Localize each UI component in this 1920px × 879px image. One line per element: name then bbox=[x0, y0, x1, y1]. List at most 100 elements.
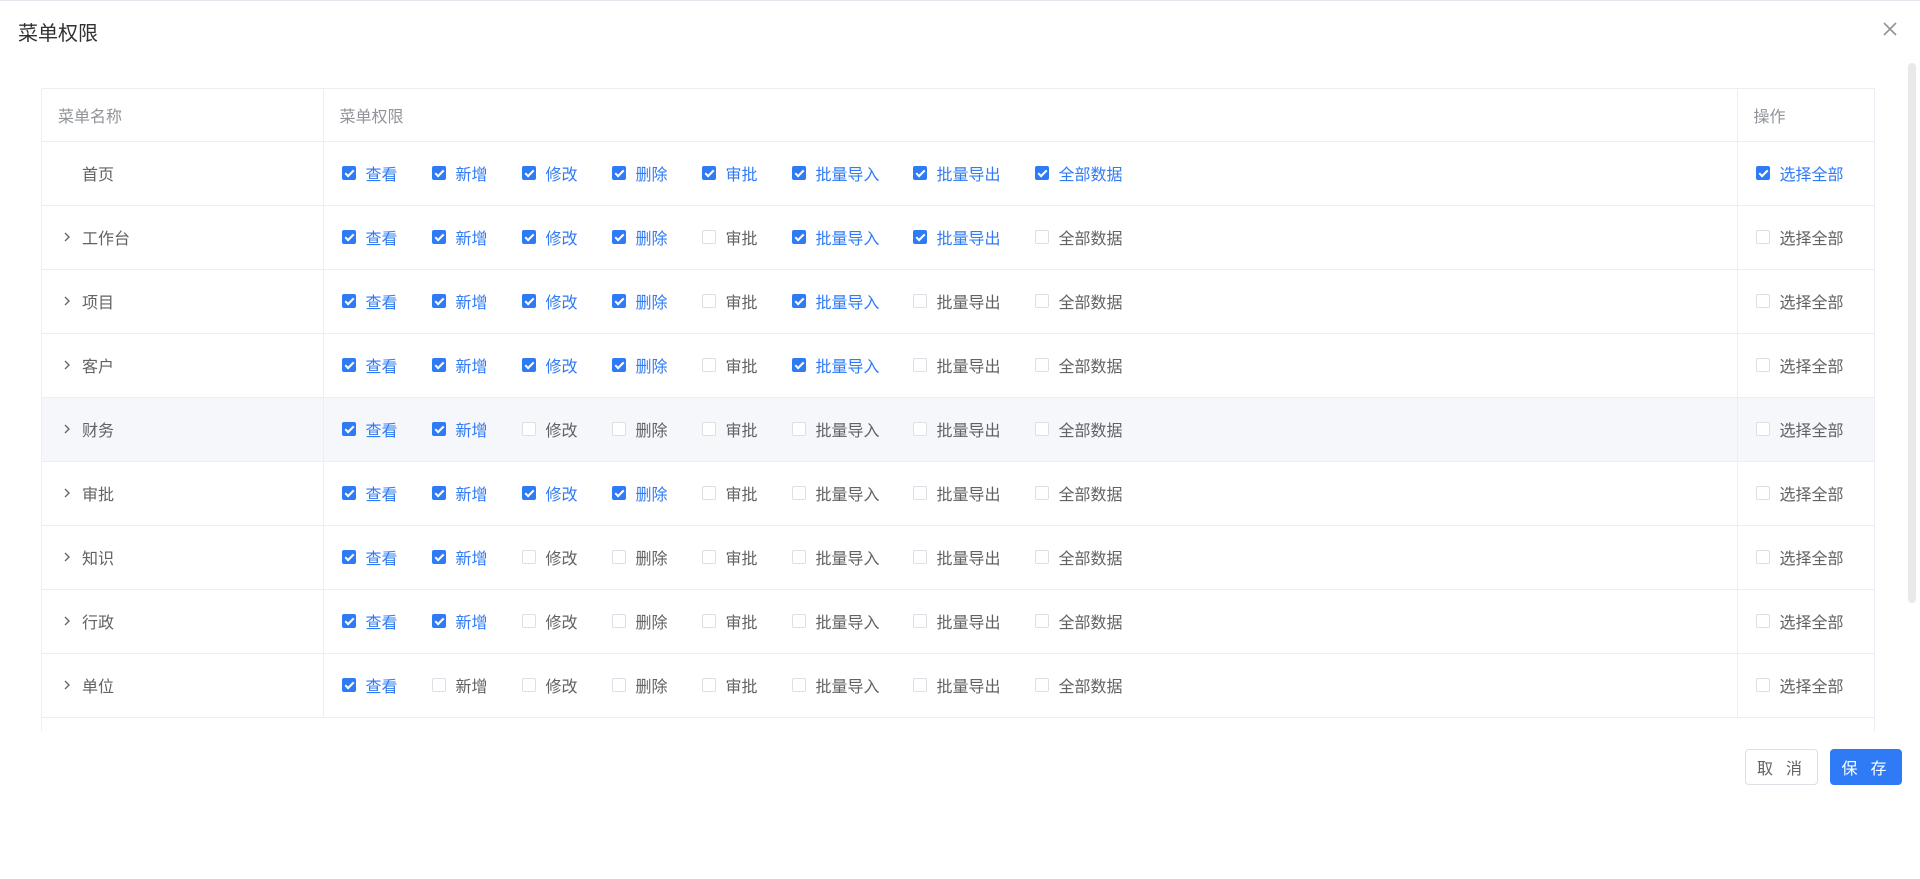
checkbox-checked-icon[interactable] bbox=[341, 550, 356, 564]
permission-checkbox[interactable]: 审批 bbox=[701, 225, 758, 249]
checkbox-checked-icon[interactable] bbox=[521, 230, 536, 244]
checkbox-unchecked-icon[interactable] bbox=[791, 422, 806, 436]
vertical-scrollbar[interactable] bbox=[1908, 63, 1916, 603]
checkbox-unchecked-icon[interactable] bbox=[611, 422, 626, 436]
checkbox-unchecked-icon[interactable] bbox=[521, 550, 536, 564]
checkbox-unchecked-icon[interactable] bbox=[791, 614, 806, 628]
checkbox-checked-icon[interactable] bbox=[1755, 166, 1770, 180]
checkbox-unchecked-icon[interactable] bbox=[521, 614, 536, 628]
permission-checkbox[interactable]: 查看 bbox=[341, 673, 398, 697]
permission-checkbox[interactable]: 修改 bbox=[521, 481, 578, 505]
permission-checkbox[interactable]: 批量导入 bbox=[791, 673, 880, 697]
checkbox-checked-icon[interactable] bbox=[791, 230, 806, 244]
select-all-checkbox[interactable]: 选择全部 bbox=[1738, 609, 1875, 633]
permission-checkbox[interactable]: 删除 bbox=[611, 673, 668, 697]
checkbox-unchecked-icon[interactable] bbox=[912, 422, 927, 436]
checkbox-checked-icon[interactable] bbox=[791, 358, 806, 372]
permission-checkbox[interactable]: 查看 bbox=[341, 545, 398, 569]
permission-checkbox[interactable]: 新增 bbox=[431, 225, 488, 249]
select-all-checkbox[interactable]: 选择全部 bbox=[1738, 289, 1875, 313]
checkbox-checked-icon[interactable] bbox=[521, 166, 536, 180]
checkbox-checked-icon[interactable] bbox=[791, 294, 806, 308]
chevron-right-icon[interactable] bbox=[60, 358, 74, 372]
checkbox-unchecked-icon[interactable] bbox=[701, 422, 716, 436]
permission-checkbox[interactable]: 批量导出 bbox=[912, 417, 1001, 441]
permission-checkbox[interactable]: 查看 bbox=[341, 417, 398, 441]
permission-checkbox[interactable]: 全部数据 bbox=[1034, 481, 1123, 505]
chevron-right-icon[interactable] bbox=[60, 294, 74, 308]
permission-checkbox[interactable]: 批量导出 bbox=[912, 545, 1001, 569]
checkbox-checked-icon[interactable] bbox=[341, 358, 356, 372]
checkbox-checked-icon[interactable] bbox=[341, 486, 356, 500]
permission-checkbox[interactable]: 查看 bbox=[341, 481, 398, 505]
select-all-checkbox[interactable]: 选择全部 bbox=[1738, 673, 1875, 697]
permission-checkbox[interactable]: 审批 bbox=[701, 289, 758, 313]
chevron-right-icon[interactable] bbox=[60, 550, 74, 564]
checkbox-unchecked-icon[interactable] bbox=[1034, 358, 1049, 372]
close-icon[interactable] bbox=[1880, 19, 1900, 39]
select-all-checkbox[interactable]: 选择全部 bbox=[1738, 481, 1875, 505]
permission-checkbox[interactable]: 审批 bbox=[701, 481, 758, 505]
checkbox-checked-icon[interactable] bbox=[431, 294, 446, 308]
chevron-right-icon[interactable] bbox=[60, 230, 74, 244]
permission-checkbox[interactable]: 查看 bbox=[341, 289, 398, 313]
checkbox-unchecked-icon[interactable] bbox=[1755, 294, 1770, 308]
permission-checkbox[interactable]: 查看 bbox=[341, 225, 398, 249]
checkbox-checked-icon[interactable] bbox=[611, 166, 626, 180]
checkbox-checked-icon[interactable] bbox=[341, 166, 356, 180]
permission-checkbox[interactable]: 全部数据 bbox=[1034, 673, 1123, 697]
permission-checkbox[interactable]: 删除 bbox=[611, 161, 668, 185]
checkbox-unchecked-icon[interactable] bbox=[701, 486, 716, 500]
checkbox-checked-icon[interactable] bbox=[701, 166, 716, 180]
select-all-checkbox[interactable]: 选择全部 bbox=[1738, 353, 1875, 377]
permission-checkbox[interactable]: 删除 bbox=[611, 289, 668, 313]
checkbox-unchecked-icon[interactable] bbox=[912, 358, 927, 372]
checkbox-unchecked-icon[interactable] bbox=[1034, 486, 1049, 500]
checkbox-checked-icon[interactable] bbox=[341, 294, 356, 308]
checkbox-unchecked-icon[interactable] bbox=[1755, 486, 1770, 500]
checkbox-unchecked-icon[interactable] bbox=[791, 550, 806, 564]
checkbox-unchecked-icon[interactable] bbox=[1034, 294, 1049, 308]
permission-checkbox[interactable]: 审批 bbox=[701, 161, 758, 185]
save-button[interactable]: 保 存 bbox=[1830, 749, 1902, 785]
permission-checkbox[interactable]: 删除 bbox=[611, 225, 668, 249]
checkbox-checked-icon[interactable] bbox=[912, 166, 927, 180]
permission-checkbox[interactable]: 批量导出 bbox=[912, 161, 1001, 185]
permission-checkbox[interactable]: 全部数据 bbox=[1034, 289, 1123, 313]
checkbox-unchecked-icon[interactable] bbox=[1755, 358, 1770, 372]
checkbox-unchecked-icon[interactable] bbox=[1755, 422, 1770, 436]
permission-checkbox[interactable]: 查看 bbox=[341, 353, 398, 377]
checkbox-unchecked-icon[interactable] bbox=[1755, 230, 1770, 244]
checkbox-checked-icon[interactable] bbox=[431, 486, 446, 500]
checkbox-checked-icon[interactable] bbox=[431, 166, 446, 180]
permission-checkbox[interactable]: 批量导入 bbox=[791, 225, 880, 249]
checkbox-unchecked-icon[interactable] bbox=[912, 678, 927, 692]
permission-checkbox[interactable]: 全部数据 bbox=[1034, 353, 1123, 377]
checkbox-unchecked-icon[interactable] bbox=[701, 550, 716, 564]
permission-checkbox[interactable]: 全部数据 bbox=[1034, 545, 1123, 569]
permission-checkbox[interactable]: 新增 bbox=[431, 289, 488, 313]
checkbox-checked-icon[interactable] bbox=[611, 230, 626, 244]
checkbox-unchecked-icon[interactable] bbox=[1034, 678, 1049, 692]
permission-checkbox[interactable]: 审批 bbox=[701, 417, 758, 441]
checkbox-checked-icon[interactable] bbox=[521, 294, 536, 308]
checkbox-checked-icon[interactable] bbox=[791, 166, 806, 180]
checkbox-unchecked-icon[interactable] bbox=[1034, 614, 1049, 628]
checkbox-checked-icon[interactable] bbox=[431, 550, 446, 564]
permission-checkbox[interactable]: 新增 bbox=[431, 161, 488, 185]
checkbox-unchecked-icon[interactable] bbox=[912, 294, 927, 308]
checkbox-unchecked-icon[interactable] bbox=[1034, 230, 1049, 244]
permission-checkbox[interactable]: 删除 bbox=[611, 545, 668, 569]
checkbox-unchecked-icon[interactable] bbox=[912, 550, 927, 564]
checkbox-unchecked-icon[interactable] bbox=[1755, 550, 1770, 564]
checkbox-checked-icon[interactable] bbox=[341, 422, 356, 436]
permission-checkbox[interactable]: 修改 bbox=[521, 353, 578, 377]
permission-checkbox[interactable]: 查看 bbox=[341, 161, 398, 185]
checkbox-unchecked-icon[interactable] bbox=[611, 614, 626, 628]
permission-checkbox[interactable]: 批量导出 bbox=[912, 673, 1001, 697]
permission-checkbox[interactable]: 修改 bbox=[521, 673, 578, 697]
checkbox-unchecked-icon[interactable] bbox=[1034, 422, 1049, 436]
checkbox-unchecked-icon[interactable] bbox=[1755, 678, 1770, 692]
checkbox-checked-icon[interactable] bbox=[341, 614, 356, 628]
chevron-right-icon[interactable] bbox=[60, 422, 74, 436]
